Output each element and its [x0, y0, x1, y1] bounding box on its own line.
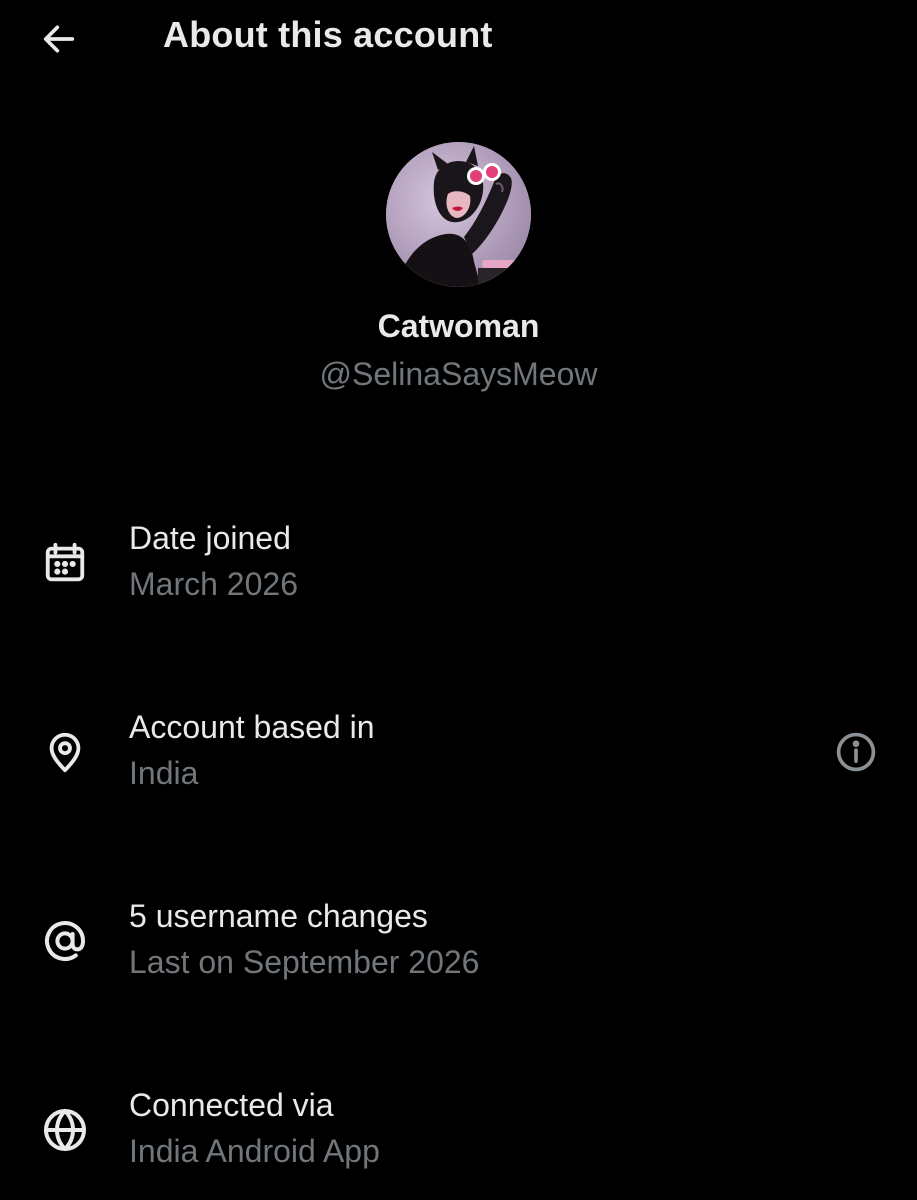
avatar[interactable] — [386, 142, 531, 287]
at-sign-icon — [40, 916, 90, 966]
connected-via-label: Connected via — [129, 1087, 334, 1123]
date-joined-value: March 2026 — [129, 566, 298, 602]
info-button[interactable] — [831, 727, 881, 777]
account-based-in-value: India — [129, 755, 199, 791]
username-handle: @SelinaSaysMeow — [319, 356, 598, 392]
account-based-in-row: Account based in India — [0, 705, 917, 805]
username-changes-label: 5 username changes — [129, 898, 428, 934]
info-icon — [836, 732, 876, 772]
username-changes-row: 5 username changes Last on September 202… — [0, 894, 917, 994]
back-button[interactable] — [38, 18, 80, 60]
globe-icon — [40, 1105, 90, 1155]
connected-via-value: India Android App — [129, 1133, 380, 1169]
username-changes-value: Last on September 2026 — [129, 944, 480, 980]
date-joined-label: Date joined — [129, 520, 291, 556]
calendar-icon — [40, 538, 90, 588]
top-bar: About this account — [0, 0, 917, 80]
display-name: Catwoman — [377, 308, 540, 344]
page-title: About this account — [163, 14, 493, 55]
account-based-in-label: Account based in — [129, 709, 375, 745]
avatar-image — [386, 142, 531, 287]
date-joined-row: Date joined March 2026 — [0, 516, 917, 616]
connected-via-row: Connected via India Android App — [0, 1083, 917, 1183]
arrow-left-icon — [43, 25, 75, 53]
location-pin-icon — [40, 727, 90, 777]
